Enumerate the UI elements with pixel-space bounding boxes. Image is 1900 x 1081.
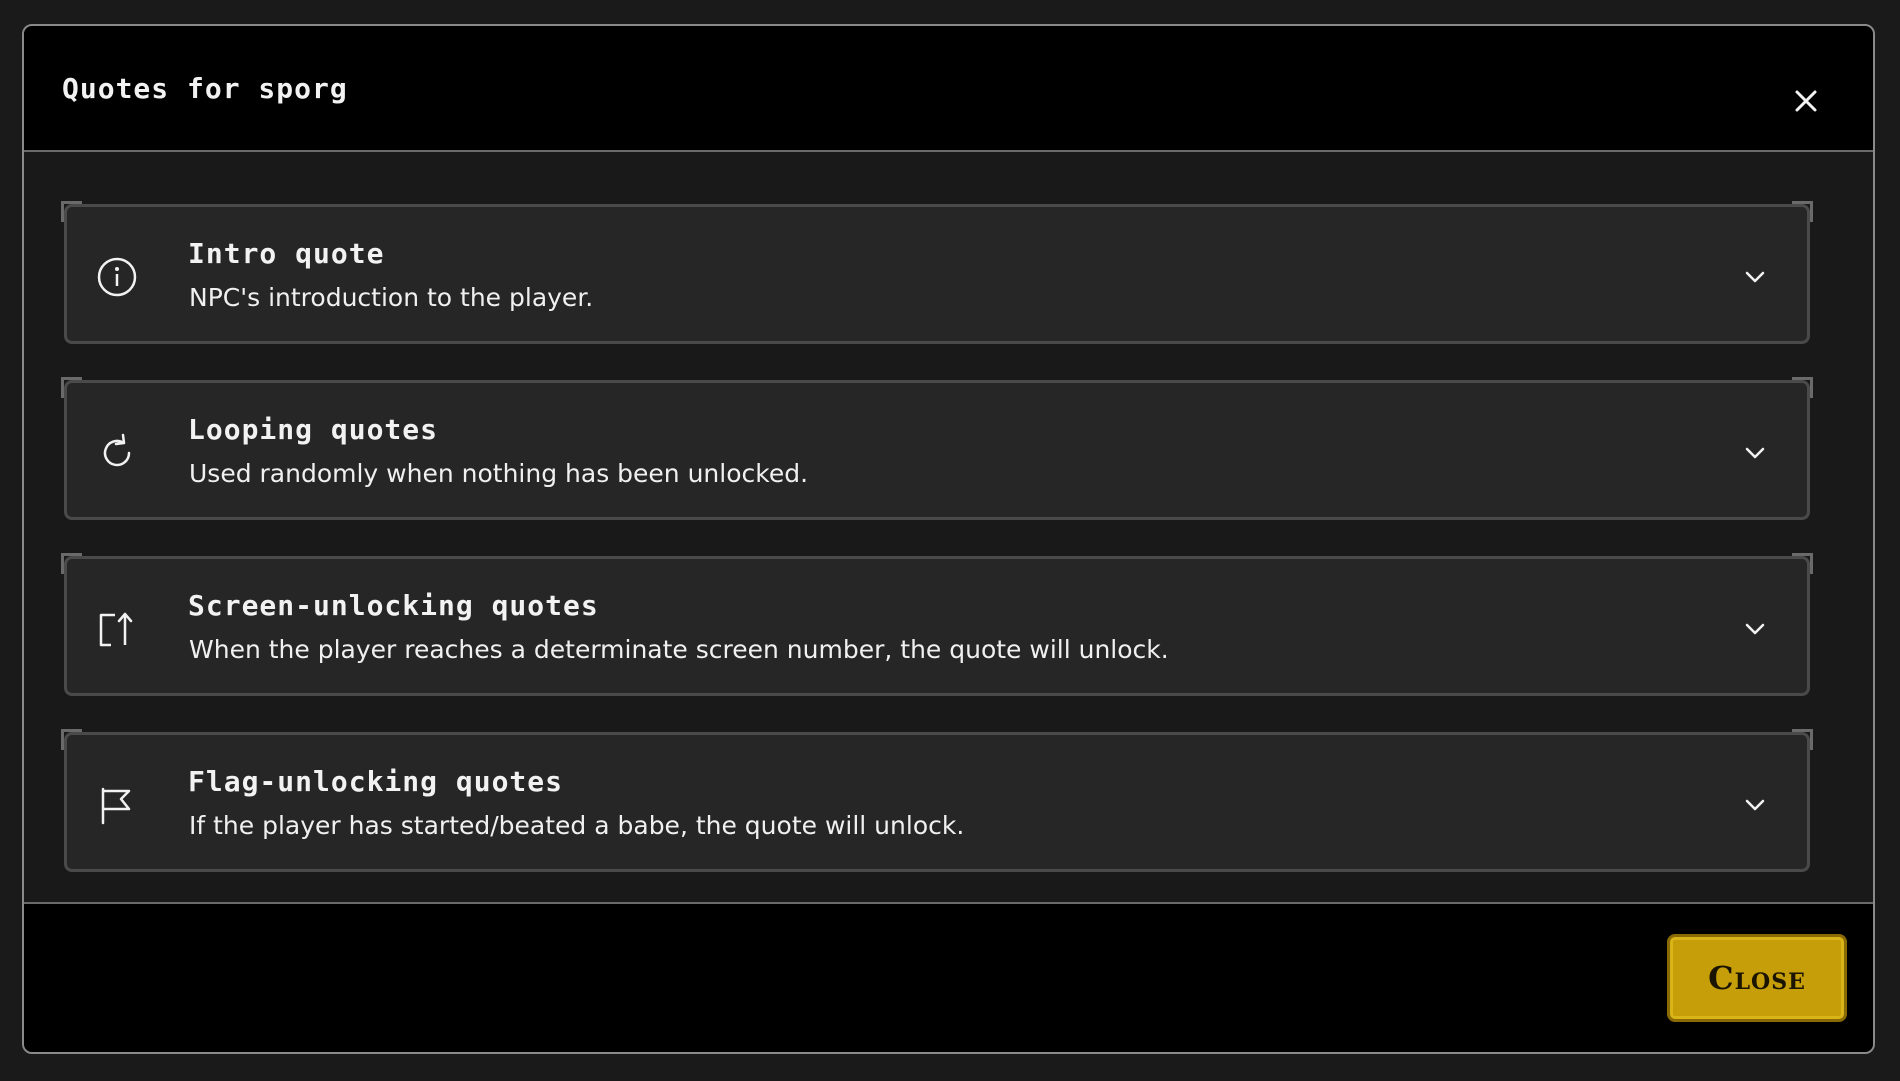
section-title: Looping quotes bbox=[188, 413, 439, 446]
modal-body: Intro quote NPC's introduction to the pl… bbox=[24, 152, 1873, 928]
section-description: Used randomly when nothing has been unlo… bbox=[189, 459, 809, 488]
modal-header: Quotes for sporg bbox=[24, 26, 1873, 152]
flag-icon bbox=[95, 783, 139, 827]
screen-unlock-icon bbox=[95, 607, 139, 651]
looping-quotes-section[interactable]: Looping quotes Used randomly when nothin… bbox=[61, 377, 1813, 520]
chevron-down-icon bbox=[1741, 791, 1769, 819]
close-button[interactable]: Close bbox=[1667, 934, 1847, 1022]
info-icon bbox=[95, 255, 139, 299]
chevron-down-icon bbox=[1741, 615, 1769, 643]
modal-title: Quotes for sporg bbox=[62, 72, 348, 105]
section-description: When the player reaches a determinate sc… bbox=[189, 635, 1169, 664]
modal-footer: Close bbox=[24, 902, 1873, 1052]
chevron-down-icon bbox=[1741, 263, 1769, 291]
flag-unlocking-quotes-section[interactable]: Flag-unlocking quotes If the player has … bbox=[61, 729, 1813, 872]
close-icon[interactable] bbox=[1791, 86, 1821, 116]
section-title: Screen-unlocking quotes bbox=[188, 589, 599, 622]
section-title: Intro quote bbox=[188, 237, 385, 270]
quotes-modal: Quotes for sporg Intro quote NPC's intro… bbox=[22, 24, 1875, 1054]
chevron-down-icon bbox=[1741, 439, 1769, 467]
intro-quote-section[interactable]: Intro quote NPC's introduction to the pl… bbox=[61, 201, 1813, 344]
section-description: NPC's introduction to the player. bbox=[189, 283, 594, 312]
section-description: If the player has started/beated a babe,… bbox=[189, 811, 965, 840]
screen-unlocking-quotes-section[interactable]: Screen-unlocking quotes When the player … bbox=[61, 553, 1813, 696]
refresh-icon bbox=[95, 431, 139, 475]
section-title: Flag-unlocking quotes bbox=[188, 765, 564, 798]
